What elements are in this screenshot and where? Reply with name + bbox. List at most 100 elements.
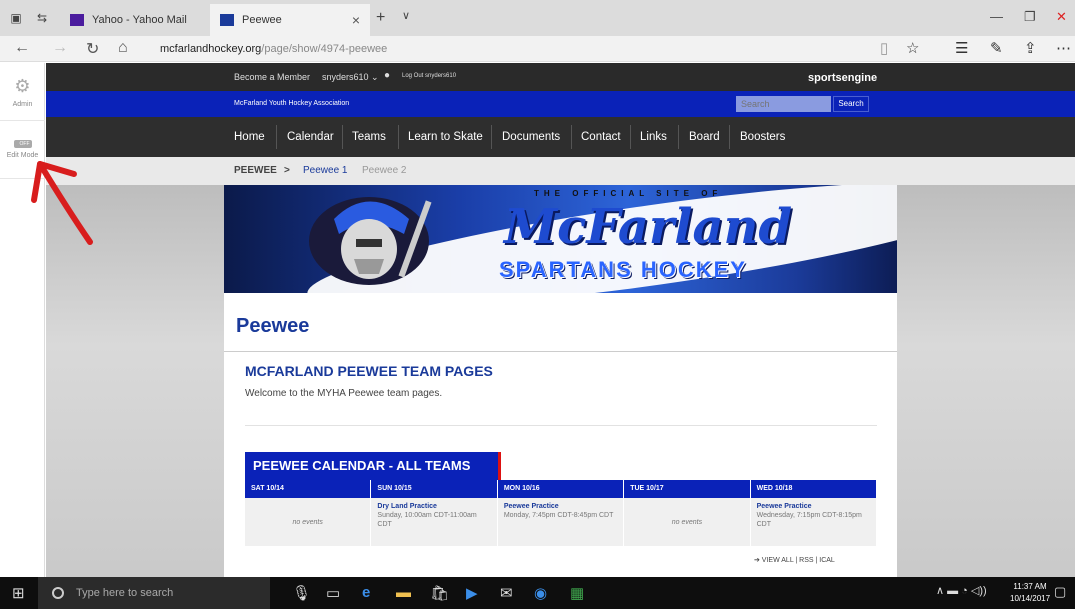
site-favicon-icon: [220, 14, 234, 26]
banner-mcfarland-text: McFarland: [504, 199, 792, 255]
forward-icon[interactable]: →: [52, 39, 68, 57]
nav-board[interactable]: Board: [689, 117, 720, 157]
nav-teams[interactable]: Teams: [352, 117, 386, 157]
search-button[interactable]: Search: [833, 96, 869, 112]
edit-mode-toggle[interactable]: OFF: [13, 140, 32, 148]
gear-icon: ⚙: [14, 75, 31, 96]
tab-peewee[interactable]: Peewee ×: [210, 4, 370, 36]
nav-contact[interactable]: Contact: [581, 117, 621, 157]
media-icon[interactable]: ▶: [466, 584, 478, 602]
calendar-cell: no events: [624, 498, 751, 546]
spartan-mascot-icon: [309, 197, 432, 285]
pen-icon[interactable]: ✎: [990, 39, 1003, 57]
org-bar: McFarland Youth Hockey Association Searc…: [46, 91, 1075, 117]
share-icon[interactable]: ⇪: [1024, 39, 1037, 57]
globe-icon[interactable]: ●: [384, 70, 390, 81]
admin-label: Admin: [12, 100, 33, 108]
favorites-hub-icon[interactable]: ☰: [955, 39, 968, 57]
event-title[interactable]: Peewee Practice: [757, 502, 870, 511]
nav-calendar[interactable]: Calendar: [287, 117, 334, 157]
tab-actions-icon[interactable]: ▣: [8, 10, 24, 26]
system-tray-icons[interactable]: ∧ ▬ ◔ ◁)): [936, 584, 987, 597]
refresh-icon[interactable]: ↻: [86, 39, 99, 59]
calendar-day[interactable]: MON 10/16: [497, 480, 625, 498]
breadcrumb-peewee-1[interactable]: Peewee 1: [303, 165, 347, 176]
url-field[interactable]: mcfarlandhockey.org/page/show/4974-peewe…: [160, 40, 900, 59]
chevron-down-icon[interactable]: ∨: [402, 9, 410, 22]
nav-divider: [729, 125, 730, 149]
clock[interactable]: 11:37 AM 10/14/2017: [1010, 581, 1050, 605]
breadcrumb-peewee-2[interactable]: Peewee 2: [362, 165, 406, 176]
calendar-footer-links[interactable]: ➔ VIEW ALL | RSS | ICAL: [754, 556, 835, 564]
section-title: MCFARLAND PEEWEE TEAM PAGES: [245, 363, 493, 379]
calendar-day[interactable]: SAT 10/14: [245, 480, 372, 498]
nav-boosters[interactable]: Boosters: [740, 117, 785, 157]
nav-home[interactable]: Home: [234, 117, 265, 157]
favorite-star-icon[interactable]: ☆: [906, 39, 919, 57]
edge-icon[interactable]: e: [362, 584, 370, 601]
reading-view-icon[interactable]: ▯: [880, 39, 888, 57]
calendar-header-row: SAT 10/14 SUN 10/15 MON 10/16 TUE 10/17 …: [245, 480, 878, 498]
clock-date: 10/14/2017: [1010, 594, 1051, 603]
no-events-text: no events: [292, 518, 323, 526]
set-aside-tabs-icon[interactable]: ⇆: [34, 10, 50, 26]
taskbar-search-placeholder: Type here to search: [76, 587, 174, 599]
excel-icon[interactable]: ▦: [570, 584, 584, 602]
event-title[interactable]: Dry Land Practice: [377, 502, 490, 511]
cortana-icon: [52, 587, 64, 599]
address-bar: ← → ↻ ⌂ mcfarlandhockey.org/page/show/49…: [0, 36, 1075, 62]
tab-label: Yahoo - Yahoo Mail: [92, 14, 187, 26]
home-icon[interactable]: ⌂: [118, 39, 128, 57]
tab-label: Peewee: [242, 14, 282, 26]
calendar-day[interactable]: WED 10/18: [750, 480, 878, 498]
microphone-icon[interactable]: 🎙: [292, 584, 311, 602]
search-input[interactable]: [736, 96, 831, 112]
banner-spartans-text: SPARTANS HOCKEY: [499, 257, 747, 282]
windows-taskbar: ⊞ Type here to search 🎙 ▭ e ▬ 🛍 ▶ ✉ ◉ ▦ …: [0, 577, 1075, 609]
calendar-title: PEEWEE CALENDAR - ALL TEAMS: [245, 452, 501, 480]
calendar-cell: Peewee Practice Wednesday, 7:15pm CDT-8:…: [750, 498, 878, 546]
close-window-icon[interactable]: ✕: [1056, 9, 1067, 25]
admin-button[interactable]: ⚙ Admin: [0, 63, 45, 121]
windows-start-icon[interactable]: ⊞: [12, 584, 25, 602]
maximize-icon[interactable]: ❐: [1024, 9, 1036, 25]
task-view-icon[interactable]: ▭: [326, 584, 340, 602]
org-name[interactable]: McFarland Youth Hockey Association: [234, 100, 349, 107]
main-nav: Home Calendar Teams Learn to Skate Docum…: [46, 117, 1075, 157]
become-member-link[interactable]: Become a Member: [234, 72, 310, 82]
calendar-cell: Peewee Practice Monday, 7:45pm CDT-8:45p…: [497, 498, 625, 546]
back-icon[interactable]: ←: [14, 39, 30, 57]
file-explorer-icon[interactable]: ▬: [396, 584, 411, 601]
taskbar-search[interactable]: Type here to search: [38, 577, 270, 609]
nav-learn-to-skate[interactable]: Learn to Skate: [408, 117, 483, 157]
nav-links[interactable]: Links: [640, 117, 667, 157]
action-center-icon[interactable]: ▢: [1054, 584, 1066, 600]
site-banner[interactable]: THE OFFICIAL SITE OF McFarland SPARTANS …: [224, 185, 897, 293]
red-arrow-annotation: [31, 161, 93, 245]
calendar-events-row: no events Dry Land Practice Sunday, 10:0…: [245, 498, 878, 546]
breadcrumb-root[interactable]: PEEWEE: [234, 165, 277, 176]
calendar-day[interactable]: TUE 10/17: [624, 480, 751, 498]
minimize-icon[interactable]: —: [990, 9, 1003, 24]
event-title[interactable]: Peewee Practice: [504, 502, 617, 511]
logout-link[interactable]: Log Out snyders610: [402, 73, 456, 79]
store-icon[interactable]: 🛍: [430, 584, 449, 602]
close-icon[interactable]: ×: [352, 12, 360, 28]
tab-yahoo-mail[interactable]: Yahoo - Yahoo Mail: [60, 4, 210, 36]
mail-app-icon[interactable]: ✉: [500, 584, 513, 602]
sportsengine-logo[interactable]: sportsengine: [808, 72, 877, 84]
more-icon[interactable]: ⋯: [1056, 39, 1071, 57]
nav-divider: [678, 125, 679, 149]
nav-divider: [491, 125, 492, 149]
user-menu[interactable]: snyders610 ⌄: [322, 72, 379, 83]
nav-documents[interactable]: Documents: [502, 117, 560, 157]
calendar-day[interactable]: SUN 10/15: [371, 480, 498, 498]
nav-divider: [398, 125, 399, 149]
no-events-text: no events: [671, 518, 703, 526]
chrome-icon[interactable]: ◉: [534, 584, 547, 602]
breadcrumb: PEEWEE > Peewee 1 Peewee 2: [46, 157, 1075, 185]
divider: [224, 351, 897, 352]
browser-tab-bar: ▣ ⇆ Yahoo - Yahoo Mail Peewee × + ∨ — ❐ …: [0, 0, 1075, 36]
nav-divider: [276, 125, 277, 149]
new-tab-icon[interactable]: +: [376, 9, 385, 27]
